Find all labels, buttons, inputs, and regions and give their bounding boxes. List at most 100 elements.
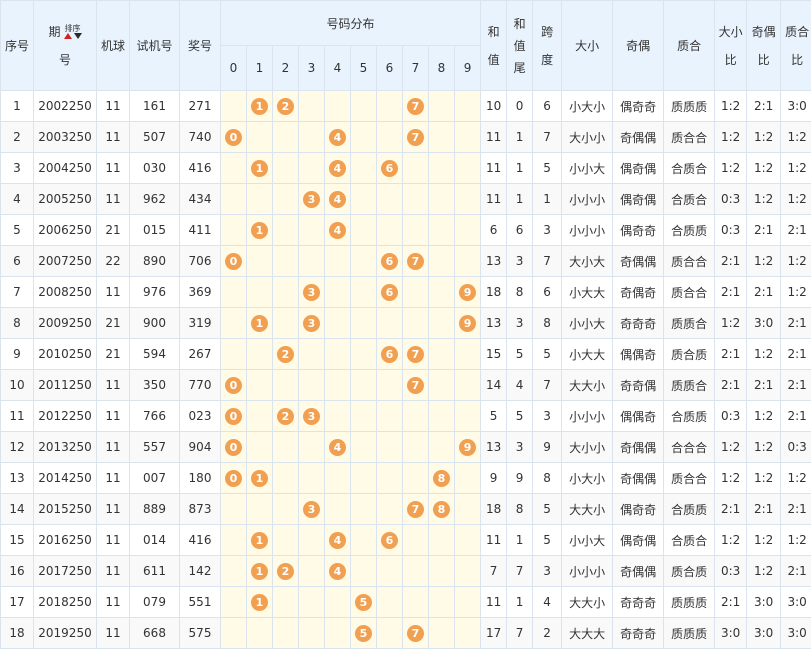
cell-size-ratio: 2:1 xyxy=(715,277,747,308)
cell-span: 7 xyxy=(533,370,562,401)
cell-size: 大小大 xyxy=(562,246,613,277)
dist-cell-1 xyxy=(247,277,273,308)
cell-prime-ratio: 1:2 xyxy=(781,153,811,184)
dist-cell-6 xyxy=(377,401,403,432)
number-ball: 6 xyxy=(381,284,398,301)
header-distribution: 号码分布 xyxy=(221,1,481,46)
header-digit-2: 2 xyxy=(273,46,299,91)
cell-prime-ratio: 2:1 xyxy=(781,370,811,401)
header-digit-1: 1 xyxy=(247,46,273,91)
dist-cell-8 xyxy=(429,618,455,649)
cell-test: 889 xyxy=(130,494,180,525)
cell-sum-tail: 3 xyxy=(507,246,533,277)
header-period[interactable]: 期 排序 号 xyxy=(34,1,97,91)
sort-up-icon[interactable] xyxy=(64,33,72,39)
number-ball: 2 xyxy=(277,98,294,115)
number-ball: 3 xyxy=(303,315,320,332)
cell-span: 5 xyxy=(533,525,562,556)
number-ball: 0 xyxy=(225,439,242,456)
cell-size: 小小小 xyxy=(562,401,613,432)
cell-period: 2014250 xyxy=(34,463,97,494)
dist-cell-4 xyxy=(325,587,351,618)
cell-prize: 416 xyxy=(180,525,221,556)
number-ball: 4 xyxy=(329,439,346,456)
cell-period: 2010250 xyxy=(34,339,97,370)
dist-cell-8 xyxy=(429,91,455,122)
dist-cell-6 xyxy=(377,556,403,587)
number-ball: 4 xyxy=(329,191,346,208)
cell-size: 大大小 xyxy=(562,494,613,525)
dist-cell-0: 0 xyxy=(221,463,247,494)
number-ball: 6 xyxy=(381,532,398,549)
dist-cell-5 xyxy=(351,401,377,432)
number-ball: 1 xyxy=(251,563,268,580)
number-ball: 5 xyxy=(355,625,372,642)
number-ball: 0 xyxy=(225,408,242,425)
table-row: 22003250115077400471117大小小奇偶偶质合合1:21:21:… xyxy=(1,122,811,153)
cell-sum-tail: 8 xyxy=(507,277,533,308)
dist-cell-5 xyxy=(351,153,377,184)
cell-prize: 904 xyxy=(180,432,221,463)
cell-parity: 奇奇偶 xyxy=(613,370,664,401)
table-row: 82009250219003191391338小小大奇奇奇质质合1:23:02:… xyxy=(1,308,811,339)
sort-control[interactable]: 排序 xyxy=(64,24,82,39)
dist-cell-0 xyxy=(221,556,247,587)
number-ball: 0 xyxy=(225,377,242,394)
cell-seq: 10 xyxy=(1,370,34,401)
cell-parity-ratio: 1:2 xyxy=(747,184,781,215)
cell-prime: 质合合 xyxy=(664,246,715,277)
dist-cell-4: 4 xyxy=(325,184,351,215)
dist-cell-6: 6 xyxy=(377,246,403,277)
dist-cell-0 xyxy=(221,91,247,122)
cell-prime: 质合合 xyxy=(664,463,715,494)
table-row: 16201725011611142124773小小小奇偶偶质合质0:31:22:… xyxy=(1,556,811,587)
cell-size: 大大小 xyxy=(562,370,613,401)
dist-cell-0 xyxy=(221,215,247,246)
dist-cell-9 xyxy=(455,184,481,215)
cell-span: 4 xyxy=(533,587,562,618)
cell-prime: 质合质 xyxy=(664,339,715,370)
cell-span: 5 xyxy=(533,153,562,184)
table-row: 10201125011350770071447大大小奇奇偶质质合2:12:12:… xyxy=(1,370,811,401)
dist-cell-1: 1 xyxy=(247,556,273,587)
dist-cell-7: 7 xyxy=(403,494,429,525)
dist-cell-5: 5 xyxy=(351,587,377,618)
cell-parity: 奇偶偶 xyxy=(613,556,664,587)
cell-prime: 合质合 xyxy=(664,184,715,215)
cell-test: 350 xyxy=(130,370,180,401)
dist-cell-7: 7 xyxy=(403,246,429,277)
header-parity-ratio: 奇偶比 xyxy=(747,1,781,91)
cell-seq: 14 xyxy=(1,494,34,525)
cell-span: 5 xyxy=(533,339,562,370)
dist-cell-6 xyxy=(377,370,403,401)
cell-sum-tail: 8 xyxy=(507,494,533,525)
cell-parity: 偶奇奇 xyxy=(613,215,664,246)
dist-cell-4 xyxy=(325,463,351,494)
cell-prime-ratio: 2:1 xyxy=(781,401,811,432)
header-test: 试机号 xyxy=(130,1,180,91)
cell-span: 7 xyxy=(533,246,562,277)
cell-prime-ratio: 0:3 xyxy=(781,432,811,463)
cell-prime: 合合合 xyxy=(664,432,715,463)
dist-cell-8 xyxy=(429,308,455,339)
cell-parity-ratio: 1:2 xyxy=(747,432,781,463)
cell-sum-tail: 1 xyxy=(507,525,533,556)
dist-cell-7 xyxy=(403,587,429,618)
dist-cell-0 xyxy=(221,339,247,370)
cell-machine: 11 xyxy=(97,122,130,153)
cell-prime: 质合质 xyxy=(664,556,715,587)
cell-test: 030 xyxy=(130,153,180,184)
cell-parity-ratio: 3:0 xyxy=(747,587,781,618)
dist-cell-4 xyxy=(325,494,351,525)
cell-test: 507 xyxy=(130,122,180,153)
dist-cell-1: 1 xyxy=(247,153,273,184)
dist-cell-3 xyxy=(299,463,325,494)
dist-cell-4 xyxy=(325,618,351,649)
number-ball: 9 xyxy=(459,315,476,332)
cell-prize: 873 xyxy=(180,494,221,525)
sort-down-icon[interactable] xyxy=(74,33,82,39)
cell-parity: 偶奇偶 xyxy=(613,525,664,556)
cell-test: 900 xyxy=(130,308,180,339)
dist-cell-5 xyxy=(351,556,377,587)
cell-sum: 15 xyxy=(481,339,507,370)
